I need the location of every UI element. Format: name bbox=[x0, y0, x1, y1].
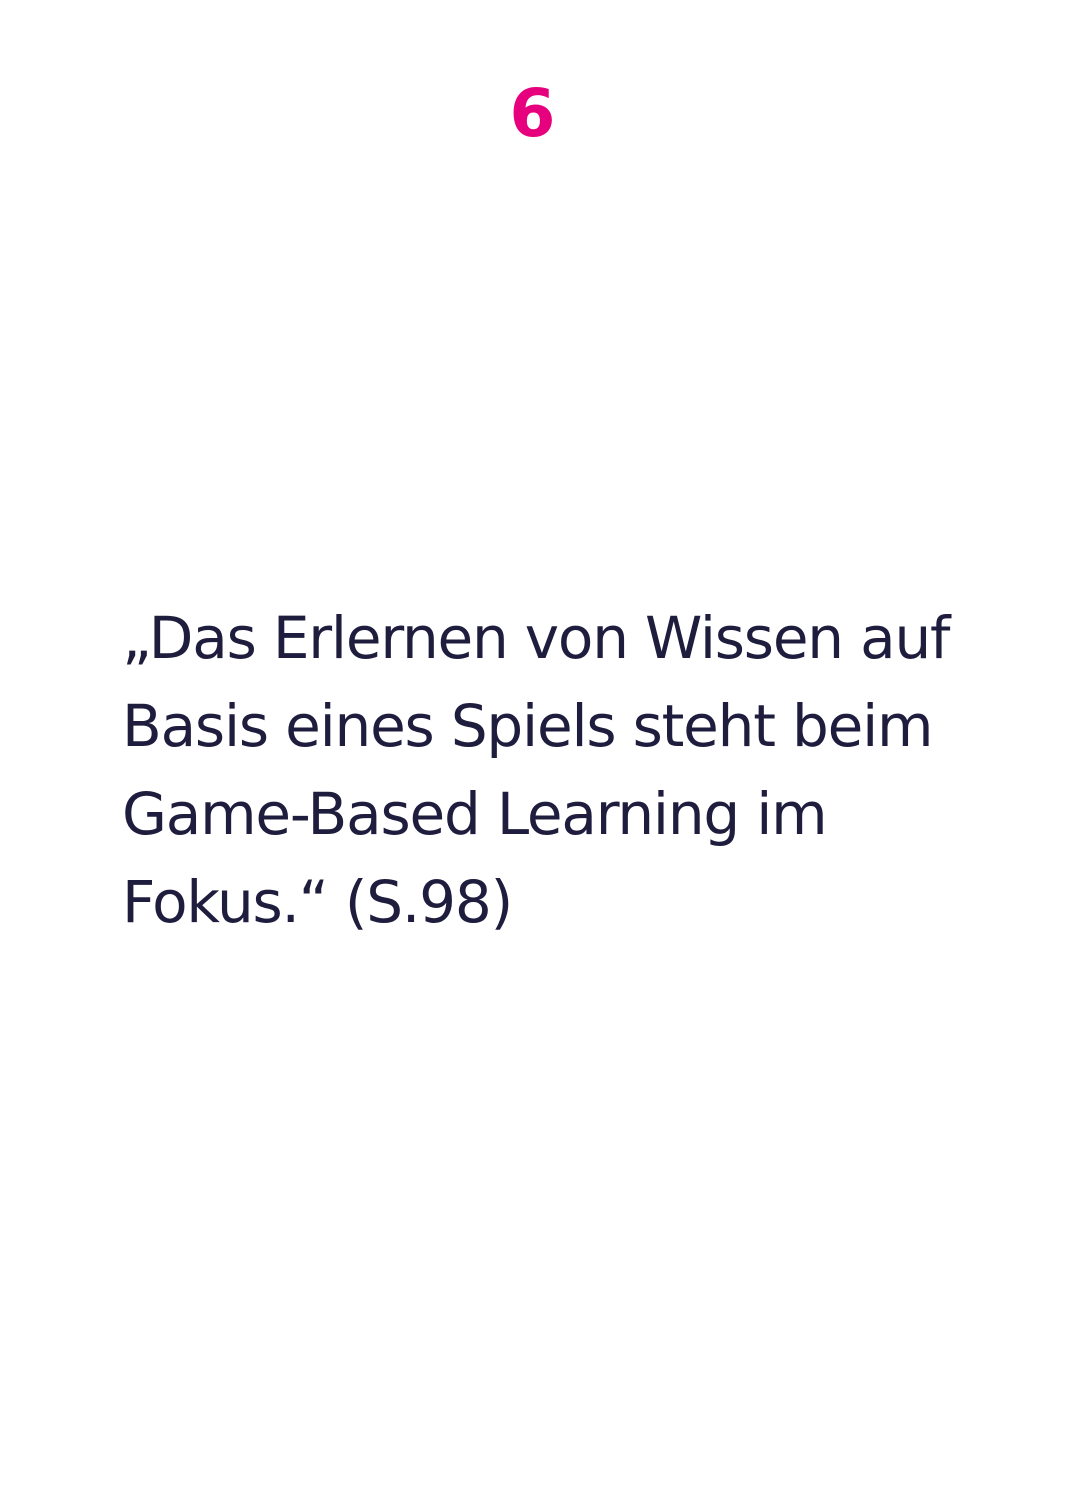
page-number: 6 bbox=[509, 75, 556, 152]
quote-text: „Das Erlernen von Wissen auf Basis eines… bbox=[122, 594, 1002, 946]
card-page: 6 „Das Erlernen von Wissen auf Basis ein… bbox=[0, 0, 1065, 1506]
quote-line-3: Game-Based Learning im bbox=[122, 780, 828, 848]
quote-line-1: „Das Erlernen von Wissen auf bbox=[122, 604, 950, 672]
quote-line-2: Basis eines Spiels steht beim bbox=[122, 692, 934, 760]
quote-line-4: Fokus.“ (S.98) bbox=[122, 868, 513, 936]
